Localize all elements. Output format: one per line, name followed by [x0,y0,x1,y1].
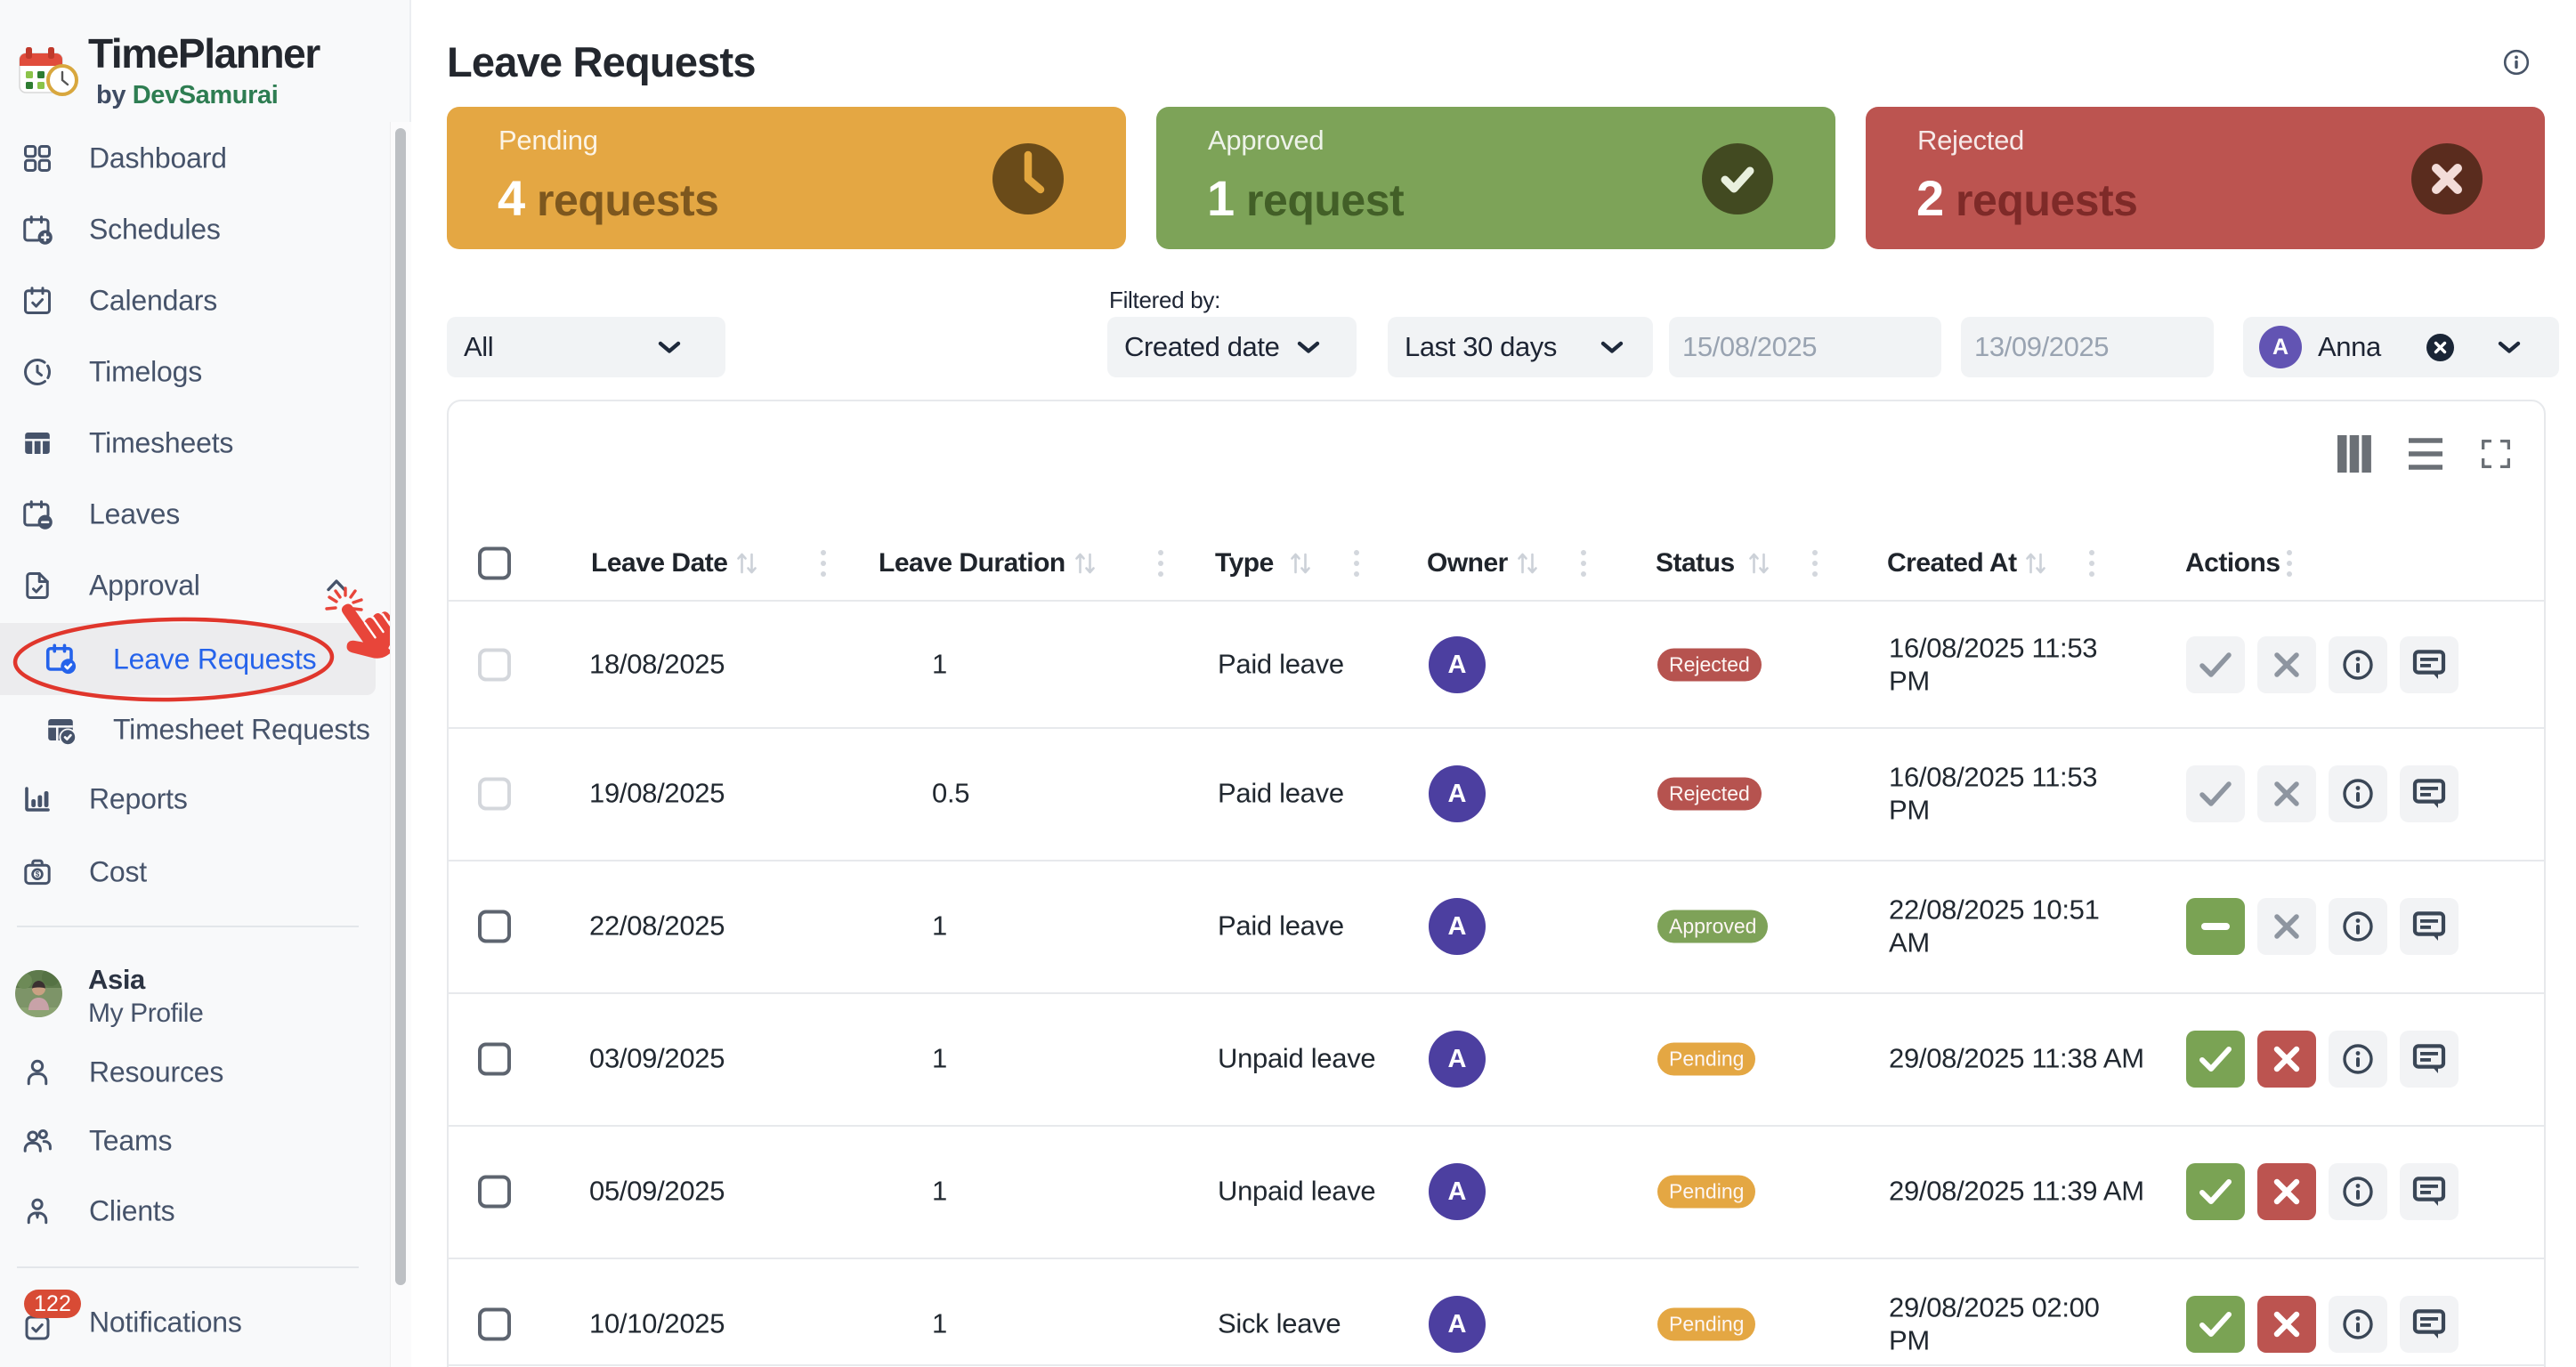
svg-text:$: $ [36,870,40,878]
